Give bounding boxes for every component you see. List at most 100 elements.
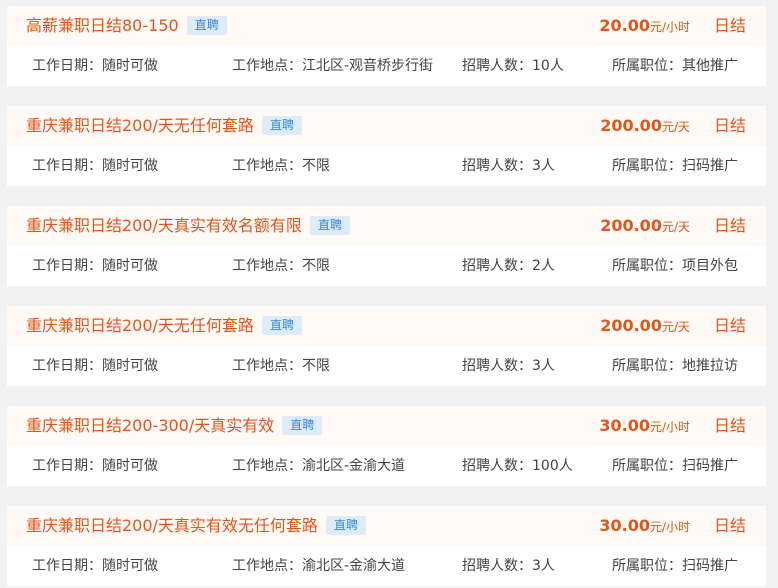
salary: 30.00元/小时 [599, 406, 690, 447]
work-location-label: 工作地点： [232, 58, 302, 74]
position-label: 所属职位： [612, 358, 682, 374]
position-field: 所属职位：项目外包 [612, 246, 738, 286]
work-location-label: 工作地点： [232, 158, 302, 174]
job-card-header: 重庆兼职日结200/天无任何套路 直聘 200.00元/天 日结 [7, 306, 766, 346]
headcount-label: 招聘人数： [462, 58, 532, 74]
headcount-field: 招聘人数：3人 [462, 546, 555, 586]
job-card[interactable]: 重庆兼职日结200/天真实有效名额有限 直聘 200.00元/天 日结 工作日期：… [7, 206, 766, 286]
work-date-field: 工作日期：随时可做 [32, 146, 158, 186]
work-date-label: 工作日期： [32, 58, 102, 74]
position-label: 所属职位： [612, 158, 682, 174]
work-date-value: 随时可做 [102, 58, 158, 74]
headcount-label: 招聘人数： [462, 258, 532, 274]
work-location-label: 工作地点： [232, 258, 302, 274]
salary-amount: 200.00 [600, 316, 662, 335]
headcount-value: 3人 [532, 358, 555, 374]
headcount-field: 招聘人数：2人 [462, 246, 555, 286]
work-location-field: 工作地点：不限 [232, 246, 330, 286]
headcount-field: 招聘人数：3人 [462, 146, 555, 186]
work-location-field: 工作地点：江北区-观音桥步行街 [232, 46, 433, 86]
salary-amount: 20.00 [599, 16, 650, 35]
salary: 200.00元/天 [600, 206, 690, 247]
work-location-value: 江北区-观音桥步行街 [302, 58, 434, 74]
work-date-field: 工作日期：随时可做 [32, 346, 158, 386]
headcount-field: 招聘人数：10人 [462, 46, 564, 86]
job-card-header: 重庆兼职日结200-300/天真实有效 直聘 30.00元/小时 日结 [7, 406, 766, 446]
headcount-label: 招聘人数： [462, 358, 532, 374]
work-date-label: 工作日期： [32, 558, 102, 574]
salary-unit: 元/天 [661, 120, 690, 134]
job-card-info: 工作日期：随时可做 工作地点：不限 招聘人数：3人 所属职位：地推拉访 [7, 346, 766, 386]
position-value: 扫码推广 [682, 458, 738, 474]
job-card-info: 工作日期：随时可做 工作地点：渝北区-金渝大道 招聘人数：3人 所属职位：扫码推… [7, 546, 766, 586]
salary-amount: 30.00 [599, 516, 650, 535]
job-title-link[interactable]: 重庆兼职日结200/天真实有效名额有限 直聘 [26, 206, 350, 246]
headcount-field: 招聘人数：3人 [462, 346, 555, 386]
job-card-header: 高薪兼职日结80-150 直聘 20.00元/小时 日结 [7, 6, 766, 46]
position-label: 所属职位： [612, 458, 682, 474]
work-location-field: 工作地点：渝北区-金渝大道 [232, 446, 405, 486]
job-card-info: 工作日期：随时可做 工作地点：不限 招聘人数：3人 所属职位：扫码推广 [7, 146, 766, 186]
job-title-link[interactable]: 高薪兼职日结80-150 直聘 [26, 6, 227, 46]
position-value: 扫码推广 [682, 558, 738, 574]
salary-amount: 200.00 [600, 116, 662, 135]
job-title-link[interactable]: 重庆兼职日结200/天真实有效无任何套路 直聘 [26, 506, 366, 546]
work-date-value: 随时可做 [102, 258, 158, 274]
job-title-link[interactable]: 重庆兼职日结200-300/天真实有效 直聘 [26, 406, 323, 446]
salary-unit: 元/小时 [649, 20, 690, 34]
work-date-value: 随时可做 [102, 358, 158, 374]
work-date-label: 工作日期： [32, 158, 102, 174]
job-card[interactable]: 重庆兼职日结200/天无任何套路 直聘 200.00元/天 日结 工作日期：随时可… [7, 306, 766, 386]
settlement-type: 日结 [713, 216, 746, 235]
job-card-info: 工作日期：随时可做 工作地点：渝北区-金渝大道 招聘人数：100人 所属职位：扫… [7, 446, 766, 486]
work-date-label: 工作日期： [32, 358, 102, 374]
work-date-value: 随时可做 [102, 458, 158, 474]
job-title-link[interactable]: 重庆兼职日结200/天无任何套路 直聘 [26, 106, 302, 146]
job-title[interactable]: 重庆兼职日结200/天无任何套路 [26, 316, 254, 335]
job-title[interactable]: 重庆兼职日结200/天真实有效无任何套路 [26, 516, 318, 535]
job-list: 高薪兼职日结80-150 直聘 20.00元/小时 日结 工作日期：随时可做 工作… [0, 0, 778, 588]
direct-hire-badge: 直聘 [309, 215, 350, 235]
work-date-value: 随时可做 [102, 158, 158, 174]
work-location-value: 不限 [302, 258, 330, 274]
job-card[interactable]: 重庆兼职日结200/天无任何套路 直聘 200.00元/天 日结 工作日期：随时可… [7, 106, 766, 186]
settlement-type: 日结 [713, 116, 746, 135]
headcount-label: 招聘人数： [462, 558, 532, 574]
headcount-label: 招聘人数： [462, 158, 532, 174]
salary-unit: 元/小时 [649, 420, 690, 434]
position-value: 其他推广 [682, 58, 738, 74]
job-title[interactable]: 重庆兼职日结200/天真实有效名额有限 [26, 216, 302, 235]
job-card-header: 重庆兼职日结200/天真实有效无任何套路 直聘 30.00元/小时 日结 [7, 506, 766, 546]
job-title-link[interactable]: 重庆兼职日结200/天无任何套路 直聘 [26, 306, 302, 346]
job-card[interactable]: 重庆兼职日结200/天真实有效无任何套路 直聘 30.00元/小时 日结 工作日期… [7, 506, 766, 586]
position-value: 项目外包 [682, 258, 738, 274]
headcount-value: 2人 [532, 258, 555, 274]
job-title[interactable]: 重庆兼职日结200/天无任何套路 [26, 116, 254, 135]
work-location-field: 工作地点：不限 [232, 146, 330, 186]
job-title[interactable]: 高薪兼职日结80-150 [26, 16, 179, 35]
work-location-label: 工作地点： [232, 458, 302, 474]
position-field: 所属职位：扫码推广 [612, 146, 738, 186]
job-card[interactable]: 重庆兼职日结200-300/天真实有效 直聘 30.00元/小时 日结 工作日期：… [7, 406, 766, 486]
position-field: 所属职位：扫码推广 [612, 446, 738, 486]
salary: 200.00元/天 [600, 306, 690, 347]
settlement-type: 日结 [713, 516, 746, 535]
direct-hire-badge: 直聘 [186, 15, 227, 35]
job-card[interactable]: 高薪兼职日结80-150 直聘 20.00元/小时 日结 工作日期：随时可做 工作… [7, 6, 766, 86]
position-label: 所属职位： [612, 558, 682, 574]
work-date-value: 随时可做 [102, 558, 158, 574]
salary: 30.00元/小时 [599, 506, 690, 547]
headcount-value: 100人 [532, 458, 573, 474]
headcount-value: 3人 [532, 558, 555, 574]
headcount-label: 招聘人数： [462, 458, 532, 474]
work-location-value: 不限 [302, 158, 330, 174]
direct-hire-badge: 直聘 [325, 515, 366, 535]
job-title[interactable]: 重庆兼职日结200-300/天真实有效 [26, 416, 274, 435]
work-location-value: 渝北区-金渝大道 [302, 558, 406, 574]
work-date-label: 工作日期： [32, 458, 102, 474]
work-date-field: 工作日期：随时可做 [32, 546, 158, 586]
salary-unit: 元/天 [661, 220, 690, 234]
job-card-info: 工作日期：随时可做 工作地点：不限 招聘人数：2人 所属职位：项目外包 [7, 246, 766, 286]
salary-unit: 元/小时 [649, 520, 690, 534]
salary-amount: 200.00 [600, 216, 662, 235]
